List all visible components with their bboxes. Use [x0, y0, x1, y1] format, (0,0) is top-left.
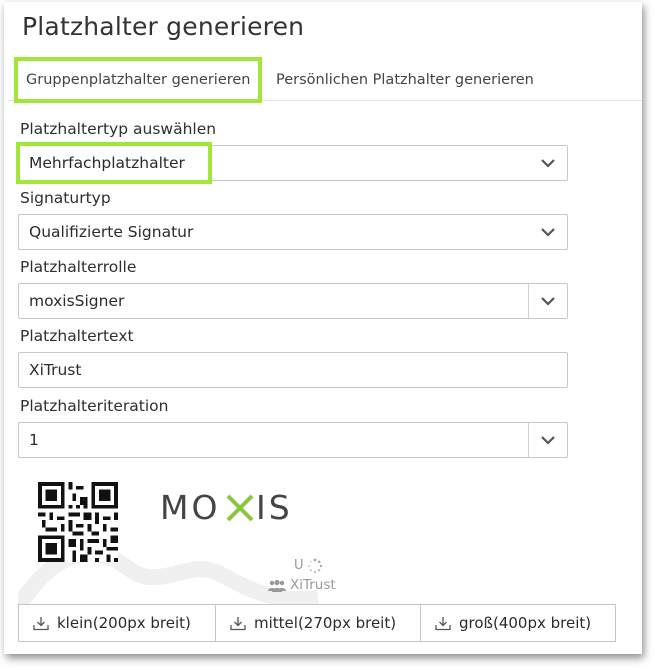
signature-type-label: Signaturtyp — [20, 189, 111, 207]
placeholder-role-value: moxisSigner — [29, 292, 125, 310]
tab-personal-placeholder[interactable]: Persönlichen Platzhalter generieren — [276, 58, 534, 102]
download-icon — [230, 617, 246, 631]
placeholder-iteration-value: 1 — [29, 431, 39, 449]
qr-code — [38, 482, 118, 562]
svg-text:IS: IS — [256, 488, 293, 526]
select-separator — [528, 284, 529, 318]
placeholder-type-label: Platzhaltertyp auswählen — [20, 120, 217, 138]
placeholder-iteration-select[interactable]: 1 — [18, 422, 568, 458]
placeholder-type-select[interactable]: Mehrfachplatzhalter — [18, 145, 568, 181]
brand-text: XiTrust — [290, 577, 336, 593]
download-large-button[interactable]: groß(400px breit) — [420, 604, 616, 642]
tab-group-placeholder[interactable]: Gruppenplatzhalter generieren — [16, 58, 256, 104]
chevron-down-icon — [541, 159, 555, 168]
signature-type-value: Qualifizierte Signatur — [29, 223, 194, 241]
button-label: klein(200px breit) — [57, 614, 191, 632]
users-icon — [268, 579, 286, 592]
placeholder-type-value: Mehrfachplatzhalter — [29, 154, 185, 172]
logo-x-mark — [226, 494, 254, 522]
button-label: mittel(270px breit) — [254, 614, 397, 632]
placeholder-text-value: XiTrust — [29, 361, 82, 379]
tabs-divider — [8, 100, 642, 101]
placeholder-role-select[interactable]: moxisSigner — [18, 283, 568, 319]
download-medium-button[interactable]: mittel(270px breit) — [215, 604, 421, 642]
placeholder-text-input[interactable]: XiTrust — [18, 352, 568, 388]
download-small-button[interactable]: klein(200px breit) — [18, 604, 216, 642]
tab-label: Persönlichen Platzhalter generieren — [276, 72, 534, 88]
page-title: Platzhalter generieren — [22, 12, 305, 41]
tab-label: Gruppenplatzhalter generieren — [26, 72, 251, 88]
download-icon — [435, 617, 451, 631]
loading-spinner-icon — [308, 558, 323, 573]
select-separator — [528, 423, 529, 457]
placeholder-text-label: Platzhaltertext — [20, 327, 134, 345]
download-icon — [33, 617, 49, 631]
dialog-panel: Platzhalter generieren Gruppenplatzhalte… — [4, 2, 642, 654]
svg-text:MO: MO — [160, 488, 220, 526]
button-label: groß(400px breit) — [459, 614, 592, 632]
placeholder-iteration-label: Platzhalteriteration — [20, 397, 169, 415]
chevron-down-icon — [541, 228, 555, 237]
signature-type-select[interactable]: Qualifizierte Signatur — [18, 214, 568, 250]
moxis-logo: MO IS — [160, 488, 293, 526]
chevron-down-icon — [541, 436, 555, 445]
placeholder-role-label: Platzhalterrolle — [20, 258, 137, 276]
brand-u-glyph: U — [294, 558, 304, 573]
placeholder-preview: MO IS U XiTrust — [18, 468, 578, 608]
chevron-down-icon — [541, 297, 555, 306]
